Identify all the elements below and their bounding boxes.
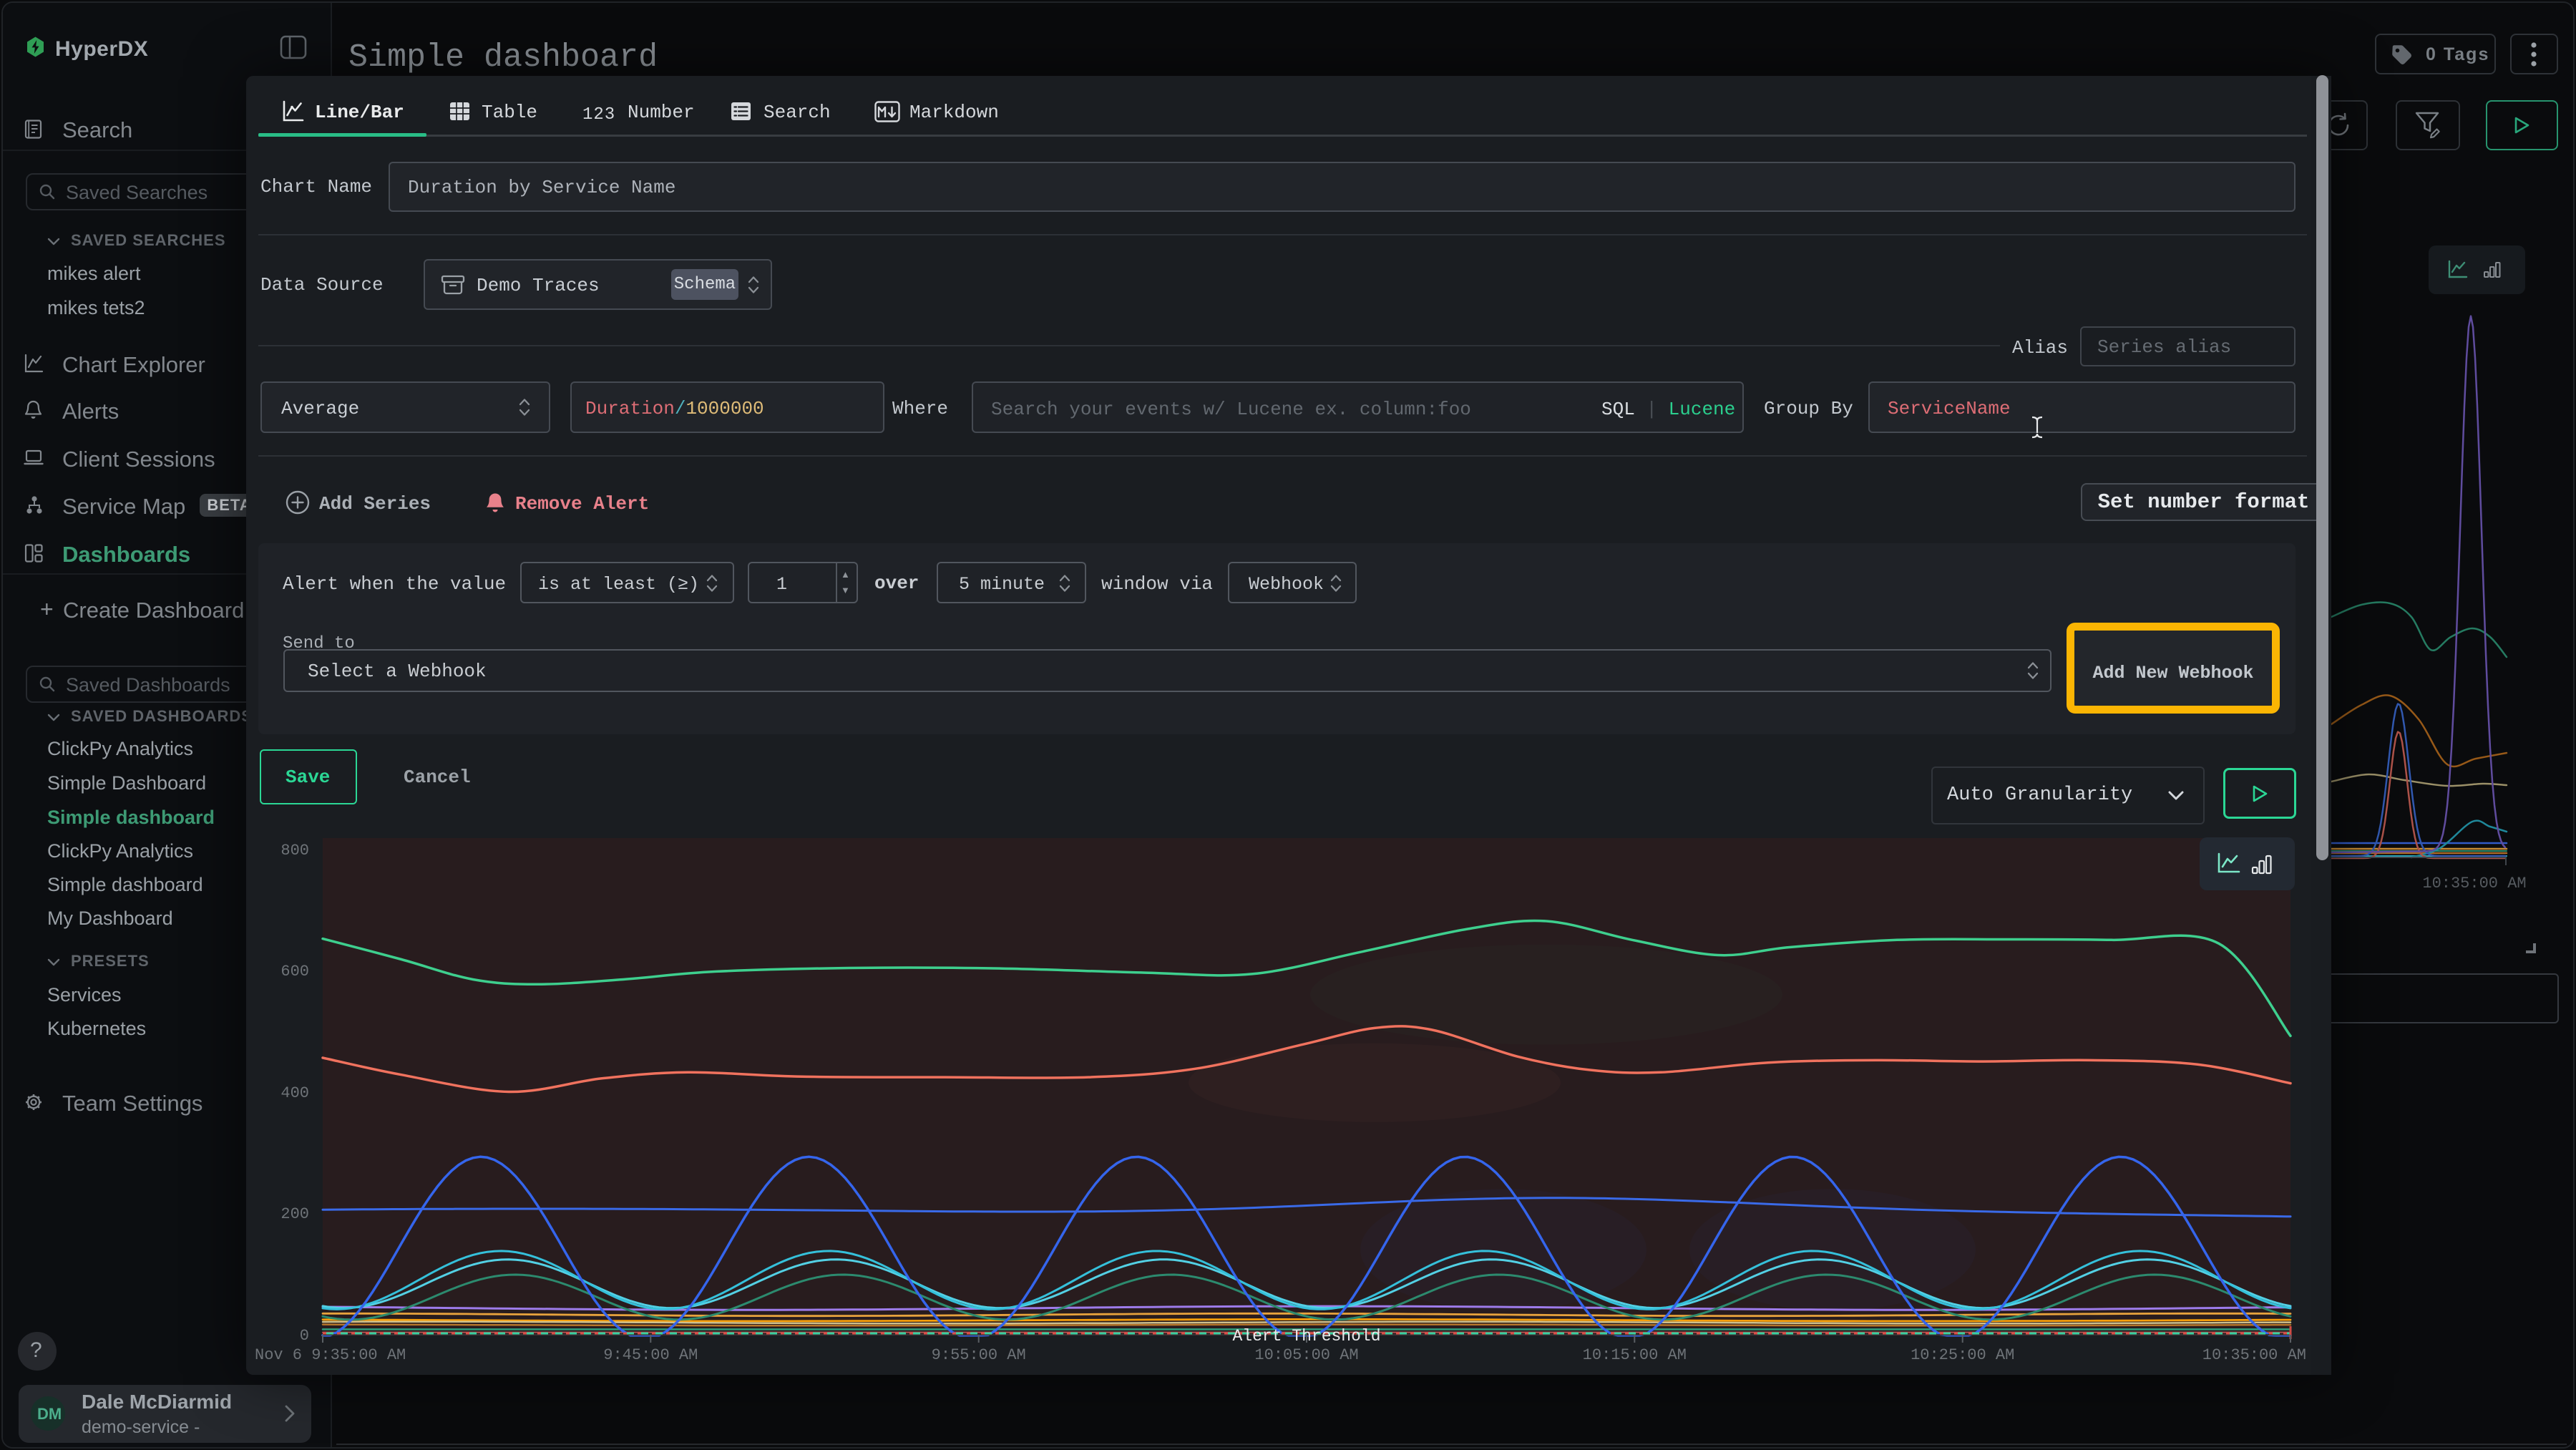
svg-text:Nov 6 9:35:00 AM: Nov 6 9:35:00 AM (255, 1346, 406, 1364)
svg-text:9:55:00 AM: 9:55:00 AM (932, 1346, 1026, 1364)
svg-text:400: 400 (280, 1084, 309, 1102)
svg-text:Alert Threshold: Alert Threshold (1232, 1327, 1380, 1346)
svg-text:10:35:00 AM: 10:35:00 AM (2422, 875, 2526, 892)
svg-text:10:25:00 AM: 10:25:00 AM (1911, 1346, 2014, 1364)
svg-text:800: 800 (280, 842, 309, 860)
svg-text:600: 600 (280, 963, 309, 981)
svg-text:0: 0 (300, 1327, 309, 1345)
svg-text:10:15:00 AM: 10:15:00 AM (1583, 1346, 1687, 1364)
svg-text:10:35:00 AM: 10:35:00 AM (2202, 1346, 2306, 1364)
svg-text:9:45:00 AM: 9:45:00 AM (603, 1346, 698, 1364)
svg-text:10:05:00 AM: 10:05:00 AM (1254, 1346, 1358, 1364)
svg-text:200: 200 (280, 1205, 309, 1223)
